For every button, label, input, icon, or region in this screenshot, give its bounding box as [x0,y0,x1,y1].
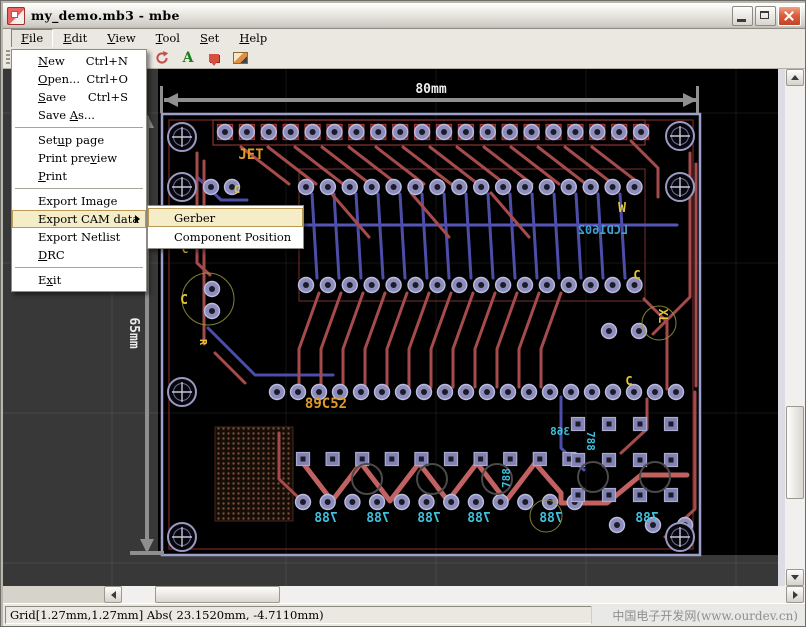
menu-separator [15,188,143,189]
pcb-silk-label: 788 [584,431,597,451]
flag-icon[interactable] [204,48,224,68]
pcb-silk-label: 788 [500,468,513,488]
pcb-silk-label: XL [656,309,670,323]
window-controls [732,6,805,26]
pcb-silk-label: W [618,201,626,216]
cam-submenu: GerberComponent Position [147,205,304,249]
minimize-icon [737,19,746,22]
vertical-scrollbar[interactable] [785,69,805,586]
file-menu-item-print[interactable]: Print [12,167,146,185]
file-menu-item-export-cam-data[interactable]: Export CAM data [12,210,146,228]
status-text: Grid[1.27mm,1.27mm] Abs( 23.1520mm, -4.7… [10,608,324,622]
menu-separator [15,267,143,268]
file-menu-item-save[interactable]: SaveCtrl+S [12,88,146,106]
menubar-item-help[interactable]: Help [229,29,277,48]
rotate-icon[interactable] [152,48,172,68]
app-icon [7,7,25,25]
pcb-silk-label: C [180,293,188,308]
toolbar-icons: A [152,48,250,68]
menubar-item-file[interactable]: File [11,29,53,48]
menubar-item-edit[interactable]: Edit [53,29,97,48]
pcb-silk-label: 368 [550,425,570,438]
text-icon[interactable]: A [178,48,198,68]
file-menu-item-exit[interactable]: Exit [12,271,146,289]
menu-bar: FileEditViewToolSetHelp [3,29,805,47]
pcb-silk-label: 788 [539,511,563,526]
pcb-silk-label: 788 [417,511,441,526]
watermark: 中国电子开发网(www.ourdev.cn) [591,606,803,624]
scrollbar-spacer [3,586,104,603]
scroll-down-button[interactable] [786,569,804,586]
pcb-silk-label: C [633,268,640,282]
pcb-silk-label: 788 [635,511,659,526]
scroll-up-button[interactable] [786,69,804,86]
menubar-item-view[interactable]: View [97,29,145,48]
pcb-silk-label: LCD1602 [578,223,629,237]
pcb-silk-label: R [197,339,208,346]
scroll-right-button[interactable] [786,586,804,603]
pcb-silk-label: C [234,183,241,196]
image-icon[interactable] [230,48,250,68]
pcb-silk-label: 788 [366,511,390,526]
close-button[interactable] [778,6,801,26]
submenu-arrow-icon [135,215,140,223]
dimension-label: 65mm [126,317,141,348]
scroll-left-button[interactable] [104,586,122,603]
pcb-silk-label: JET [238,147,263,163]
submenu-item-gerber[interactable]: Gerber [148,208,303,227]
minimize-button[interactable] [732,6,753,26]
file-menu-item-drc[interactable]: DRC [12,246,146,264]
menubar-item-tool[interactable]: Tool [146,29,190,48]
file-menu-item-save-as[interactable]: Save As... [12,106,146,124]
maximize-icon [760,11,769,19]
right-arrow-icon [793,591,798,599]
horizontal-scroll-thumb[interactable] [155,586,280,603]
status-bar: Grid[1.27mm,1.27mm] Abs( 23.1520mm, -4.7… [3,603,805,626]
menubar-item-set[interactable]: Set [190,29,229,48]
pcb-silk-label: 788 [467,511,491,526]
left-arrow-icon [111,591,116,599]
up-arrow-icon [791,75,799,80]
menu-separator [15,127,143,128]
application-window: my_demo.mb3 - mbe FileEditViewToolSetHel… [0,0,806,627]
horizontal-scrollbar[interactable] [3,586,805,603]
toolbar-grip[interactable] [6,50,10,65]
pcb-silk-label: C [625,374,632,388]
file-menu-item-new[interactable]: NewCtrl+N [12,52,146,70]
file-menu-item-print-preview[interactable]: Print preview [12,149,146,167]
pcb-silk-label: 788 [314,511,338,526]
file-menu: NewCtrl+NOpen...Ctrl+OSaveCtrl+SSave As.… [11,49,147,292]
file-menu-item-export-image[interactable]: Export Image [12,192,146,210]
dimension-label: 80mm [415,82,446,97]
window-title: my_demo.mb3 - mbe [25,8,180,23]
submenu-item-component-position[interactable]: Component Position [148,227,303,246]
title-bar[interactable]: my_demo.mb3 - mbe [3,3,805,29]
close-icon [784,11,794,21]
maximize-button[interactable] [755,6,776,26]
file-menu-item-setup-page[interactable]: Setup page [12,131,146,149]
vertical-scroll-thumb[interactable] [786,406,804,499]
file-menu-item-export-netlist[interactable]: Export Netlist [12,228,146,246]
pcb-silk-label: 89C52 [305,396,347,412]
file-menu-item-open[interactable]: Open...Ctrl+O [12,70,146,88]
down-arrow-icon [791,575,799,580]
